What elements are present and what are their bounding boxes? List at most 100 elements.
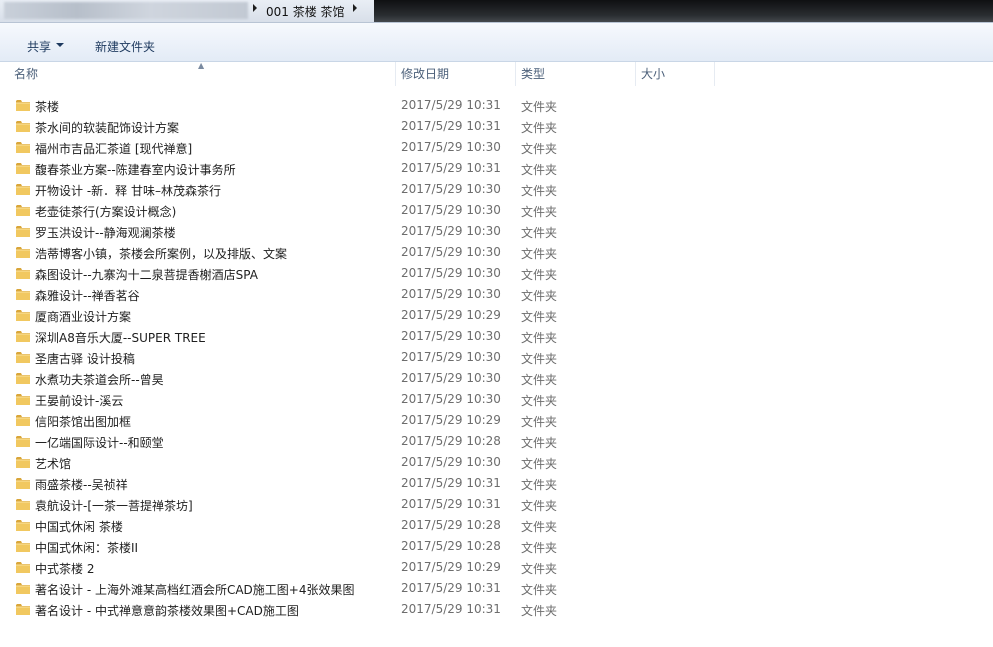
column-divider[interactable]: [635, 62, 636, 86]
list-item[interactable]: 著名设计 - 中式禅意意韵茶楼效果图+CAD施工图 2017/5/29 10:31…: [0, 599, 993, 620]
list-item[interactable]: 老壶徒茶行(方案设计概念) 2017/5/29 10:30 文件夹: [0, 200, 993, 221]
folder-icon: [15, 371, 31, 385]
list-item[interactable]: 中国式休闲：茶楼II 2017/5/29 10:28 文件夹: [0, 536, 993, 557]
file-name[interactable]: 中式茶楼 2: [35, 560, 94, 577]
list-item[interactable]: 中式茶楼 2 2017/5/29 10:29 文件夹: [0, 557, 993, 578]
file-modified-date: 2017/5/29 10:28: [401, 518, 501, 532]
file-name[interactable]: 中国式休闲：茶楼II: [35, 539, 138, 556]
file-name[interactable]: 茶水间的软装配饰设计方案: [35, 119, 179, 136]
file-name[interactable]: 艺术馆: [35, 455, 71, 472]
folder-icon: [15, 581, 31, 595]
column-header-date[interactable]: 修改日期: [401, 62, 449, 86]
file-name[interactable]: 雨盛茶楼--吴祯祥: [35, 476, 128, 493]
folder-icon: [15, 350, 31, 364]
column-header-name[interactable]: 名称: [14, 62, 38, 86]
new-folder-button[interactable]: 新建文件夹: [95, 38, 155, 55]
file-name[interactable]: 袁航设计-[一茶一菩提禅茶坊]: [35, 497, 193, 514]
column-header-size[interactable]: 大小: [641, 62, 665, 86]
list-item[interactable]: 开物设计 -新．释 甘味–林茂森茶行 2017/5/29 10:30 文件夹: [0, 179, 993, 200]
file-modified-date: 2017/5/29 10:28: [401, 539, 501, 553]
file-name[interactable]: 开物设计 -新．释 甘味–林茂森茶行: [35, 182, 221, 199]
list-item[interactable]: 中国式休闲 茶楼 2017/5/29 10:28 文件夹: [0, 515, 993, 536]
address-bar[interactable]: 001 茶楼 茶馆: [0, 0, 993, 23]
list-item[interactable]: 圣唐古驿 设计投稿 2017/5/29 10:30 文件夹: [0, 347, 993, 368]
file-name[interactable]: 森图设计--九寨沟十二泉菩提香榭酒店SPA: [35, 266, 258, 283]
breadcrumb-current-folder[interactable]: 001 茶楼 茶馆: [266, 3, 345, 20]
file-type: 文件夹: [521, 205, 558, 219]
list-item[interactable]: 森图设计--九寨沟十二泉菩提香榭酒店SPA 2017/5/29 10:30 文件夹: [0, 263, 993, 284]
column-divider[interactable]: [395, 62, 396, 86]
file-name[interactable]: 水煮功夫茶道会所--曾昊: [35, 371, 164, 388]
folder-icon: [15, 497, 31, 511]
chevron-right-icon[interactable]: [353, 4, 357, 12]
list-item[interactable]: 艺术馆 2017/5/29 10:30 文件夹: [0, 452, 993, 473]
folder-icon: [15, 266, 31, 280]
list-item[interactable]: 深圳A8音乐大厦--SUPER TREE 2017/5/29 10:30 文件夹: [0, 326, 993, 347]
file-modified-date: 2017/5/29 10:29: [401, 560, 501, 574]
list-item[interactable]: 信阳茶馆出图加框 2017/5/29 10:29 文件夹: [0, 410, 993, 431]
file-type: 文件夹: [521, 394, 558, 408]
list-item[interactable]: 茶水间的软装配饰设计方案 2017/5/29 10:31 文件夹: [0, 116, 993, 137]
list-item[interactable]: 著名设计 - 上海外滩某高档红酒会所CAD施工图+4张效果图 2017/5/29 …: [0, 578, 993, 599]
file-name[interactable]: 福州市吉品汇茶道 [现代禅意]: [35, 140, 192, 157]
command-toolbar: 共享 新建文件夹: [0, 23, 993, 62]
list-item[interactable]: 罗玉洪设计--静海观澜茶楼 2017/5/29 10:30 文件夹: [0, 221, 993, 242]
list-item[interactable]: 雨盛茶楼--吴祯祥 2017/5/29 10:31 文件夹: [0, 473, 993, 494]
file-name[interactable]: 罗玉洪设计--静海观澜茶楼: [35, 224, 176, 241]
folder-icon: [15, 119, 31, 133]
file-name[interactable]: 中国式休闲 茶楼: [35, 518, 123, 535]
file-modified-date: 2017/5/29 10:31: [401, 497, 501, 511]
file-modified-date: 2017/5/29 10:30: [401, 392, 501, 406]
file-name[interactable]: 厦商酒业设计方案: [35, 308, 131, 325]
folder-icon: [15, 329, 31, 343]
file-type: 文件夹: [521, 163, 558, 177]
folder-icon: [15, 602, 31, 616]
list-item[interactable]: 馥春茶业方案--陈建春室内设计事务所 2017/5/29 10:31 文件夹: [0, 158, 993, 179]
share-button[interactable]: 共享: [27, 38, 51, 55]
folder-icon: [15, 560, 31, 574]
file-name[interactable]: 馥春茶业方案--陈建春室内设计事务所: [35, 161, 236, 178]
file-type: 文件夹: [521, 184, 558, 198]
file-modified-date: 2017/5/29 10:30: [401, 140, 501, 154]
list-item[interactable]: 森雅设计--禅香茗谷 2017/5/29 10:30 文件夹: [0, 284, 993, 305]
file-type: 文件夹: [521, 373, 558, 387]
column-header-type[interactable]: 类型: [521, 62, 545, 86]
chevron-right-icon[interactable]: [253, 4, 257, 12]
folder-icon: [15, 413, 31, 427]
file-name[interactable]: 一亿端国际设计--和颐堂: [35, 434, 164, 451]
file-modified-date: 2017/5/29 10:28: [401, 434, 501, 448]
file-name[interactable]: 深圳A8音乐大厦--SUPER TREE: [35, 329, 206, 346]
file-name[interactable]: 森雅设计--禅香茗谷: [35, 287, 140, 304]
file-name[interactable]: 著名设计 - 中式禅意意韵茶楼效果图+CAD施工图: [35, 602, 299, 619]
list-item[interactable]: 水煮功夫茶道会所--曾昊 2017/5/29 10:30 文件夹: [0, 368, 993, 389]
file-modified-date: 2017/5/29 10:30: [401, 224, 501, 238]
file-name[interactable]: 茶楼: [35, 98, 59, 115]
file-modified-date: 2017/5/29 10:31: [401, 119, 501, 133]
list-item[interactable]: 王晏前设计-溪云 2017/5/29 10:30 文件夹: [0, 389, 993, 410]
file-name[interactable]: 信阳茶馆出图加框: [35, 413, 131, 430]
list-item[interactable]: 茶楼 2017/5/29 10:31 文件夹: [0, 95, 993, 116]
file-type: 文件夹: [521, 268, 558, 282]
column-divider[interactable]: [515, 62, 516, 86]
file-name[interactable]: 浩蒂博客小镇，茶楼会所案例，以及排版、文案: [35, 245, 287, 262]
list-item[interactable]: 浩蒂博客小镇，茶楼会所案例，以及排版、文案 2017/5/29 10:30 文件夹: [0, 242, 993, 263]
file-modified-date: 2017/5/29 10:30: [401, 350, 501, 364]
file-type: 文件夹: [521, 541, 558, 555]
list-item[interactable]: 袁航设计-[一茶一菩提禅茶坊] 2017/5/29 10:31 文件夹: [0, 494, 993, 515]
file-name[interactable]: 圣唐古驿 设计投稿: [35, 350, 135, 367]
folder-icon: [15, 161, 31, 175]
column-divider[interactable]: [714, 62, 715, 86]
file-name[interactable]: 王晏前设计-溪云: [35, 392, 123, 409]
file-modified-date: 2017/5/29 10:30: [401, 245, 501, 259]
file-type: 文件夹: [521, 226, 558, 240]
list-item[interactable]: 一亿端国际设计--和颐堂 2017/5/29 10:28 文件夹: [0, 431, 993, 452]
list-item[interactable]: 福州市吉品汇茶道 [现代禅意] 2017/5/29 10:30 文件夹: [0, 137, 993, 158]
file-type: 文件夹: [521, 583, 558, 597]
file-name[interactable]: 老壶徒茶行(方案设计概念): [35, 203, 176, 220]
file-name[interactable]: 著名设计 - 上海外滩某高档红酒会所CAD施工图+4张效果图: [35, 581, 354, 598]
chevron-down-icon[interactable]: [56, 43, 64, 47]
file-type: 文件夹: [521, 415, 558, 429]
file-modified-date: 2017/5/29 10:31: [401, 161, 501, 175]
file-modified-date: 2017/5/29 10:30: [401, 455, 501, 469]
list-item[interactable]: 厦商酒业设计方案 2017/5/29 10:29 文件夹: [0, 305, 993, 326]
